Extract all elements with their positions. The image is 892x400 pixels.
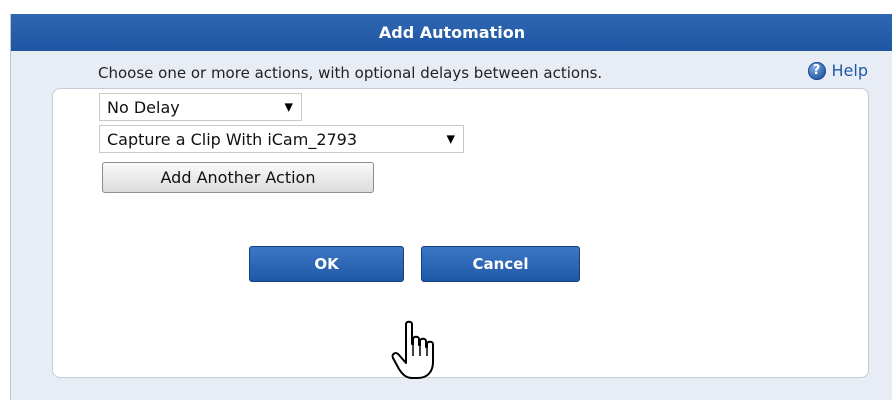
delay-select[interactable]: No Delay ▼ <box>99 93 302 121</box>
action-select[interactable]: Capture a Clip With iCam_2793 ▼ <box>99 125 464 153</box>
dropdown-arrow-icon: ▼ <box>284 100 293 114</box>
add-another-action-button[interactable]: Add Another Action <box>102 162 374 193</box>
cancel-button[interactable]: Cancel <box>421 246 580 282</box>
help-label: Help <box>831 61 868 80</box>
dialog-title: Add Automation <box>378 23 526 42</box>
dialog-titlebar: Add Automation <box>11 14 892 51</box>
action-select-value: Capture a Clip With iCam_2793 <box>107 129 358 149</box>
help-link[interactable]: ? Help <box>807 61 868 80</box>
instructions-text: Choose one or more actions, with optiona… <box>98 64 603 82</box>
ok-button[interactable]: OK <box>249 246 404 282</box>
add-automation-dialog: Add Automation ? Help Choose one or more… <box>10 14 892 400</box>
question-circle-icon: ? <box>807 61 826 80</box>
dropdown-arrow-icon: ▼ <box>446 132 455 146</box>
delay-select-value: No Delay <box>107 97 180 117</box>
